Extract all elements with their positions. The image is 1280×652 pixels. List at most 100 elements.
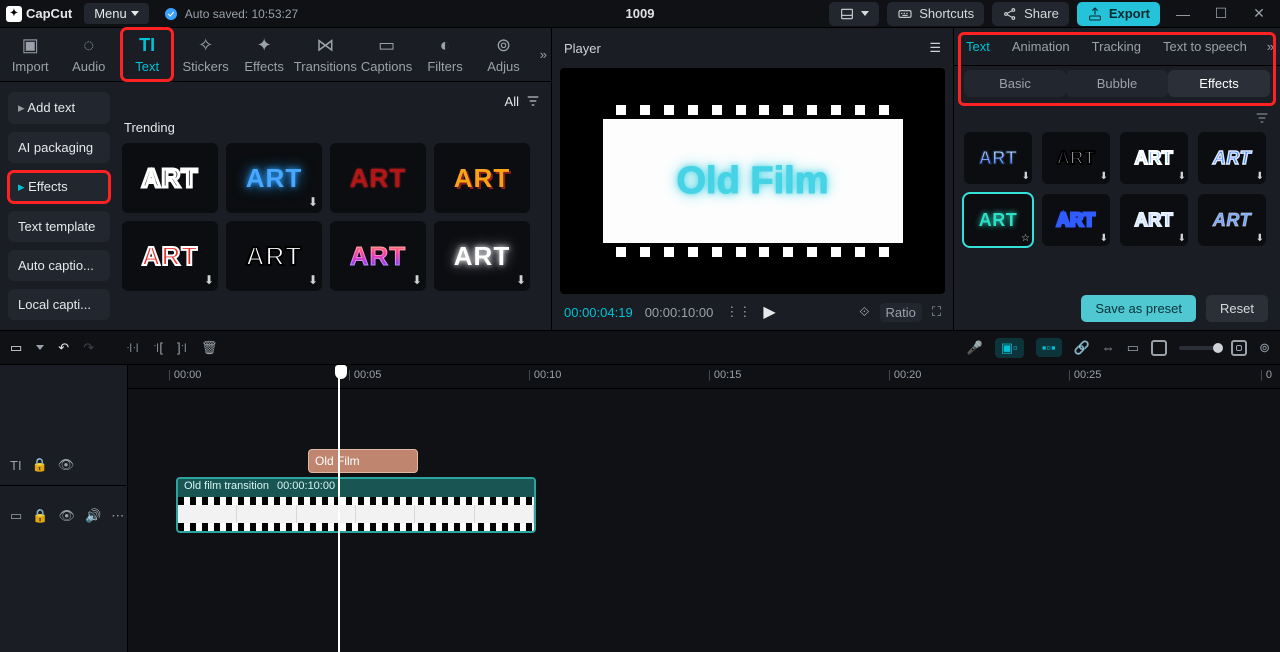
effect-thumb[interactable]: ART⬇ <box>434 221 530 291</box>
chevron-down-icon[interactable] <box>36 345 44 350</box>
reset-button[interactable]: Reset <box>1206 295 1268 322</box>
pointer-tool-icon[interactable]: ▭ <box>10 340 22 356</box>
sidebar-item-add-text[interactable]: ▸ Add text <box>8 92 110 124</box>
effect-thumb[interactable]: ART⬇ <box>1042 132 1110 184</box>
inspector-tab-animation[interactable]: Animation <box>1006 33 1076 60</box>
link-icon[interactable]: 🔗 <box>1074 340 1090 356</box>
window-maximize[interactable]: ☐ <box>1206 5 1236 22</box>
playhead[interactable] <box>338 365 340 652</box>
tab-filters[interactable]: ◐ Filters <box>419 28 471 81</box>
effect-thumb-selected[interactable]: ART☆ <box>964 194 1032 246</box>
effect-thumb[interactable]: ART⬇ <box>330 221 426 291</box>
timeline-tracks[interactable]: 00:00 00:05 00:10 00:15 00:20 00:25 0 Ol… <box>128 365 1280 652</box>
split-tool-icon[interactable]: ꜊꜊ <box>126 340 139 356</box>
share-button[interactable]: Share <box>992 2 1069 26</box>
layout-button[interactable] <box>829 2 879 26</box>
magnet-main-toggle[interactable]: ▣▫ <box>995 338 1024 358</box>
lock-icon[interactable]: 🔒 <box>32 457 48 473</box>
redo-button[interactable]: ↷ <box>83 340 94 356</box>
zoom-fit-icon[interactable]: ⊚ <box>1259 340 1270 356</box>
video-clip[interactable]: Old film transition 00:00:10:00 <box>176 477 536 533</box>
mute-icon[interactable]: 🔊 <box>85 508 101 524</box>
tab-text[interactable]: TI Text <box>121 28 173 81</box>
more-icon[interactable]: ⋯ <box>111 508 124 524</box>
zoom-in-icon[interactable] <box>1231 340 1247 356</box>
ruler-tick: 00:05 <box>348 369 381 381</box>
magnet-aux-toggle[interactable]: ▪▫▪ <box>1036 338 1062 357</box>
play-button[interactable]: ▶ <box>763 302 775 322</box>
timeline-ruler[interactable]: 00:00 00:05 00:10 00:15 00:20 00:25 0 <box>128 365 1280 389</box>
library-filter-all[interactable]: All <box>505 93 541 109</box>
effect-thumb[interactable]: ART⬇ <box>1120 132 1188 184</box>
zoom-slider-knob[interactable] <box>1213 343 1223 353</box>
ruler-tick: 00:25 <box>1068 369 1101 381</box>
subtab-basic[interactable]: Basic <box>964 70 1066 97</box>
delete-tool-icon[interactable]: 🗑 <box>201 340 218 356</box>
subtab-bubble[interactable]: Bubble <box>1066 70 1168 97</box>
effect-thumb[interactable]: ART⬇ <box>1198 194 1266 246</box>
inspector-tabs-overflow-icon[interactable]: » <box>1267 39 1274 54</box>
effect-thumb[interactable]: ART⬇ <box>1120 194 1188 246</box>
tab-adjust[interactable]: ⊚ Adjus <box>477 28 529 81</box>
app-logo: ✦ CapCut <box>6 6 72 22</box>
text-clip[interactable]: Old Film <box>308 449 418 473</box>
inspector-tab-tracking[interactable]: Tracking <box>1086 33 1147 60</box>
save-preset-button[interactable]: Save as preset <box>1081 295 1196 322</box>
crop-icon[interactable]: ⟐ <box>859 304 869 320</box>
ratio-button[interactable]: Ratio <box>880 303 922 322</box>
tab-stickers[interactable]: ✧ Stickers <box>179 28 231 81</box>
effect-thumb[interactable]: ART <box>434 143 530 213</box>
shortcuts-button[interactable]: Shortcuts <box>887 2 984 26</box>
snap-icon[interactable]: ⇔ <box>1102 340 1115 355</box>
tab-captions[interactable]: ▭ Captions <box>360 28 412 81</box>
fullscreen-icon[interactable]: ⛶ <box>932 304 941 320</box>
effect-thumb[interactable]: ART⬇ <box>1042 194 1110 246</box>
window-minimize[interactable]: — <box>1168 6 1198 22</box>
tab-audio[interactable]: ◌ Audio <box>62 28 114 81</box>
sidebar-item-auto-captions[interactable]: Auto captio... <box>8 250 110 281</box>
player-step-icon[interactable]: ⋮⋮ <box>725 304 751 320</box>
effect-thumb[interactable]: ART⬇ <box>964 132 1032 184</box>
effect-thumb[interactable]: ART <box>330 143 426 213</box>
lock-icon[interactable]: 🔒 <box>32 508 48 524</box>
visibility-icon[interactable]: 👁 <box>58 508 75 524</box>
effect-thumb[interactable]: ART⬇ <box>226 143 322 213</box>
split-right-icon[interactable]: ]꜉ <box>177 340 187 356</box>
tab-import[interactable]: ▣ Import <box>4 28 56 81</box>
tab-effects[interactable]: ✦ Effects <box>238 28 290 81</box>
inspector-tab-text[interactable]: Text <box>960 33 996 60</box>
sidebar-item-ai-packaging[interactable]: AI packaging <box>8 132 110 163</box>
window-close[interactable]: ✕ <box>1244 5 1274 22</box>
ruler-tick: 00:00 <box>168 369 201 381</box>
effect-thumb[interactable]: ART⬇ <box>1198 132 1266 184</box>
effect-thumb[interactable]: ART⬇ <box>226 221 322 291</box>
visibility-icon[interactable]: 👁 <box>58 457 75 473</box>
timeline-toolbar: ▭ ↶ ↷ ꜊꜊ ꜉[ ]꜉ 🗑 🎤 ▣▫ ▪▫▪ 🔗 ⇔ ▭ ⊚ <box>0 331 1280 365</box>
split-left-icon[interactable]: ꜉[ <box>153 340 163 356</box>
sidebar-item-effects[interactable]: ▸ Effects <box>8 171 110 203</box>
thumb-text: ART <box>1135 148 1174 169</box>
undo-button[interactable]: ↶ <box>58 340 69 356</box>
playhead-handle[interactable] <box>335 365 347 379</box>
tabs-overflow[interactable]: » <box>536 28 551 81</box>
tab-transitions[interactable]: ⋈ Transitions <box>296 28 354 81</box>
effect-thumb[interactable]: ART <box>122 143 218 213</box>
zoom-out-icon[interactable] <box>1151 340 1167 356</box>
library-sidebar: ▸ Add text AI packaging ▸ Effects Text t… <box>0 82 118 330</box>
preview-icon[interactable]: ▭ <box>1127 340 1139 356</box>
mic-icon[interactable]: 🎤 <box>967 340 983 356</box>
sidebar-item-text-template[interactable]: Text template <box>8 211 110 242</box>
inspector-tab-tts[interactable]: Text to speech <box>1157 33 1253 60</box>
export-button[interactable]: Export <box>1077 2 1160 26</box>
share-label: Share <box>1024 6 1059 21</box>
sidebar-item-label: Effects <box>28 179 68 194</box>
effect-thumb[interactable]: ART⬇ <box>122 221 218 291</box>
player-content: Old Film <box>603 101 903 261</box>
subtab-effects[interactable]: Effects <box>1168 70 1270 97</box>
player-menu-icon[interactable]: ☰ <box>929 40 941 56</box>
player-viewport[interactable]: Old Film <box>560 68 945 294</box>
filter-icon[interactable] <box>1254 110 1270 126</box>
sidebar-item-local-captions[interactable]: Local capti... <box>8 289 110 320</box>
zoom-slider[interactable] <box>1179 346 1219 350</box>
menu-button[interactable]: Menu <box>84 3 149 24</box>
